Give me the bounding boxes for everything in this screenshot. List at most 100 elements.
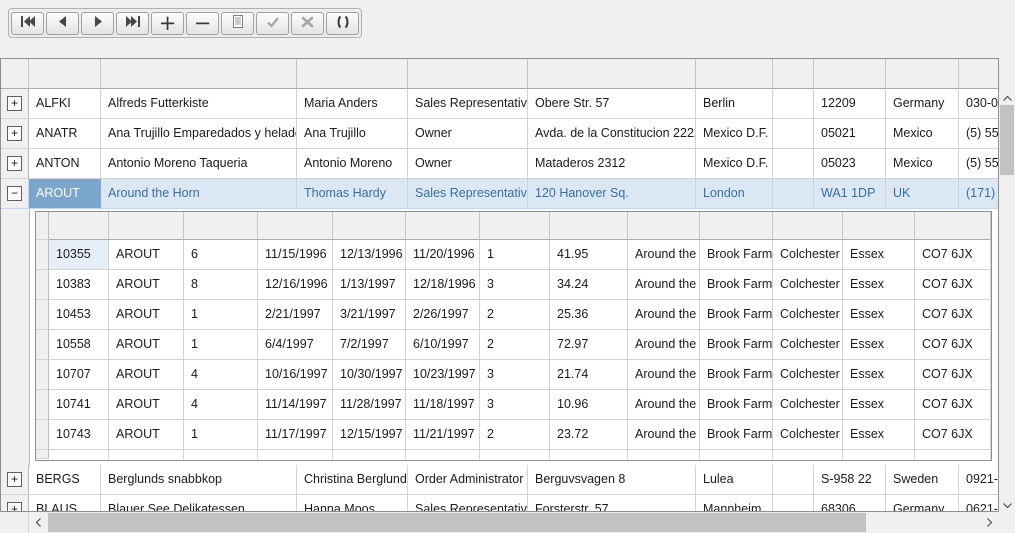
cell-ship-name[interactable]: Around the H bbox=[628, 240, 700, 270]
cell-freight[interactable]: 23.72 bbox=[550, 420, 628, 450]
cell-ship-city[interactable]: Colchester bbox=[773, 360, 843, 390]
order-row-header[interactable] bbox=[36, 360, 49, 390]
scroll-right-button[interactable] bbox=[979, 512, 999, 533]
order-column-header[interactable] bbox=[628, 212, 700, 240]
order-column-header[interactable] bbox=[184, 212, 258, 240]
cell-ship-address[interactable]: Brook Farm S bbox=[700, 330, 773, 360]
refresh-button[interactable] bbox=[326, 11, 359, 35]
cell-address[interactable]: Forsterstr. 57 bbox=[528, 495, 696, 511]
row-expander-button[interactable]: + bbox=[7, 472, 22, 487]
cell-ship-address[interactable]: Brook Farm S bbox=[700, 360, 773, 390]
cell-order-date[interactable]: 11/15/1996 bbox=[258, 240, 333, 270]
move-first-button[interactable] bbox=[11, 11, 44, 35]
row-expander-button[interactable]: + bbox=[7, 126, 22, 141]
cell-phone[interactable]: 0921-1 bbox=[959, 465, 998, 495]
cell-company-name[interactable]: Ana Trujillo Emparedados y helados bbox=[101, 119, 297, 149]
order-row-header[interactable] bbox=[36, 390, 49, 420]
cell-shipped-date[interactable]: 12/18/1996 bbox=[406, 270, 480, 300]
row-expander-button[interactable]: + bbox=[7, 156, 22, 171]
cell-order-id[interactable]: 10558 bbox=[49, 330, 109, 360]
order-column-header[interactable] bbox=[843, 212, 915, 240]
cell-order-id[interactable]: 10383 bbox=[49, 270, 109, 300]
cell-employee-id[interactable]: 1 bbox=[184, 330, 258, 360]
cell-company-name[interactable]: Alfreds Futterkiste bbox=[101, 89, 297, 119]
column-header[interactable] bbox=[408, 59, 528, 89]
order-column-header[interactable] bbox=[480, 212, 550, 240]
cell-postal-code[interactable]: 05021 bbox=[814, 119, 886, 149]
cell-order-id[interactable]: 10453 bbox=[49, 300, 109, 330]
order-row-header[interactable] bbox=[36, 420, 49, 450]
cell-employee-id[interactable]: 1 bbox=[184, 300, 258, 330]
cell-phone[interactable]: (5) 555 bbox=[959, 149, 998, 179]
cell-address[interactable]: 120 Hanover Sq. bbox=[528, 179, 696, 209]
column-header[interactable] bbox=[814, 59, 886, 89]
detail-select-all-corner[interactable] bbox=[36, 212, 49, 240]
cell-ship-postal-code[interactable]: CO7 6JX bbox=[915, 330, 991, 360]
cell-order-id[interactable]: 10741 bbox=[49, 390, 109, 420]
cell-customer-id[interactable]: AROUT bbox=[109, 330, 184, 360]
move-last-button[interactable] bbox=[116, 11, 149, 35]
cell-customer-id[interactable]: AROUT bbox=[109, 240, 184, 270]
cell-ship-region[interactable]: Essex bbox=[843, 360, 915, 390]
order-row-header[interactable] bbox=[36, 300, 49, 330]
cell-customer-id[interactable]: ALFKI bbox=[29, 89, 101, 119]
column-header[interactable] bbox=[101, 59, 297, 89]
cell-region[interactable] bbox=[773, 149, 814, 179]
cell-ship-region[interactable]: Essex bbox=[843, 420, 915, 450]
cell-shipped-date[interactable]: 10/23/1997 bbox=[406, 360, 480, 390]
cell-order-date[interactable]: 12/16/1996 bbox=[258, 270, 333, 300]
cell-city[interactable]: Berlin bbox=[696, 89, 773, 119]
cell-required-date[interactable]: 12/15/1997 bbox=[333, 420, 406, 450]
cell-ship-postal-code[interactable]: CO7 6JX bbox=[915, 360, 991, 390]
commit-button[interactable] bbox=[256, 11, 289, 35]
cell-city[interactable]: London bbox=[696, 179, 773, 209]
cell-postal-code[interactable]: 05023 bbox=[814, 149, 886, 179]
cell-required-date[interactable]: 12/13/1996 bbox=[333, 240, 406, 270]
customer-row[interactable]: + ANATR Ana Trujillo Emparedados y helad… bbox=[1, 119, 998, 149]
cell-country[interactable]: UK bbox=[886, 179, 959, 209]
row-expander-button[interactable]: + bbox=[7, 502, 22, 511]
order-row[interactable]: 10741 AROUT 4 11/14/1997 11/28/1997 11/1… bbox=[36, 390, 991, 420]
cell-ship-city[interactable]: Colchester bbox=[773, 240, 843, 270]
cell-freight[interactable]: 72.97 bbox=[550, 330, 628, 360]
cell-freight[interactable]: 21.74 bbox=[550, 360, 628, 390]
cell-customer-id[interactable]: AROUT bbox=[109, 390, 184, 420]
cell-city[interactable]: Mexico D.F. bbox=[696, 119, 773, 149]
cell-contact-name[interactable]: Hanna Moos bbox=[297, 495, 408, 511]
cancel-button[interactable] bbox=[291, 11, 324, 35]
customer-row[interactable]: + BERGS Berglunds snabbkop Christina Ber… bbox=[1, 465, 998, 495]
cell-ship-region[interactable]: Essex bbox=[843, 390, 915, 420]
cell-ship-via[interactable]: 2 bbox=[480, 330, 550, 360]
cell-order-date[interactable]: 11/14/1997 bbox=[258, 390, 333, 420]
cell-contact-title[interactable]: Owner bbox=[408, 149, 528, 179]
cell-region[interactable] bbox=[773, 465, 814, 495]
order-column-header[interactable] bbox=[258, 212, 333, 240]
order-row[interactable]: 10383 AROUT 8 12/16/1996 1/13/1997 12/18… bbox=[36, 270, 991, 300]
cell-customer-id[interactable]: AROUT bbox=[29, 179, 101, 209]
cell-country[interactable]: Germany bbox=[886, 89, 959, 119]
cell-order-date[interactable]: 6/4/1997 bbox=[258, 330, 333, 360]
cell-phone[interactable]: (5) 555 bbox=[959, 119, 998, 149]
cell-country[interactable]: Mexico bbox=[886, 119, 959, 149]
cell-required-date[interactable]: 10/30/1997 bbox=[333, 360, 406, 390]
cell-ship-via[interactable]: 2 bbox=[480, 300, 550, 330]
cell-ship-postal-code[interactable]: CO7 6JX bbox=[915, 240, 991, 270]
cell-shipped-date[interactable]: 11/21/1997 bbox=[406, 420, 480, 450]
cell-city[interactable]: Lulea bbox=[696, 465, 773, 495]
cell-address[interactable]: Berguvsvagen 8 bbox=[528, 465, 696, 495]
cell-ship-city[interactable]: Colchester bbox=[773, 420, 843, 450]
cell-ship-region[interactable]: Essex bbox=[843, 300, 915, 330]
order-column-header[interactable] bbox=[109, 212, 184, 240]
order-column-header[interactable] bbox=[550, 212, 628, 240]
cell-required-date[interactable]: 11/28/1997 bbox=[333, 390, 406, 420]
cell-freight[interactable]: 41.95 bbox=[550, 240, 628, 270]
cell-region[interactable] bbox=[773, 119, 814, 149]
cell-region[interactable] bbox=[773, 179, 814, 209]
cell-country[interactable]: Germany bbox=[886, 495, 959, 511]
cell-ship-city[interactable]: Colchester bbox=[773, 390, 843, 420]
cell-contact-name[interactable]: Maria Anders bbox=[297, 89, 408, 119]
cell-customer-id[interactable]: ANTON bbox=[29, 149, 101, 179]
cell-contact-title[interactable]: Order Administrator bbox=[408, 465, 528, 495]
row-header[interactable]: + bbox=[1, 495, 29, 511]
cell-city[interactable]: Mexico D.F. bbox=[696, 149, 773, 179]
